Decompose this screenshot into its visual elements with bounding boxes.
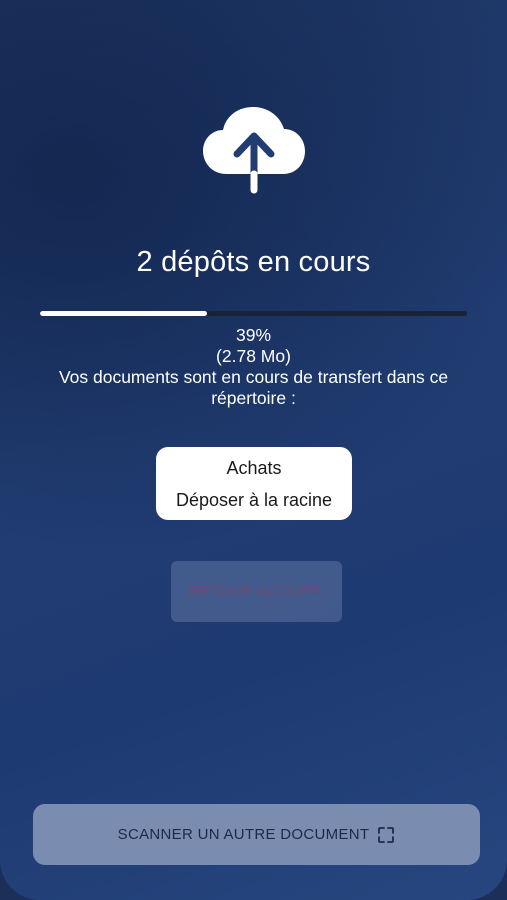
- scan-frame-icon: [378, 826, 395, 843]
- return-home-button[interactable]: RETOUR ACCUEIL: [171, 561, 342, 622]
- scan-button-label: SCANNER UN AUTRE DOCUMENT: [117, 826, 370, 843]
- folder-name: Achats: [226, 458, 282, 478]
- destination-folder-card[interactable]: Achats Déposer à la racine: [156, 447, 352, 520]
- upload-title: 2 dépôts en cours: [136, 246, 371, 278]
- scan-another-document-button[interactable]: SCANNER UN AUTRE DOCUMENT: [33, 804, 480, 865]
- upload-size: (2.78 Mo): [216, 346, 291, 366]
- upload-description: Vos documents sont en cours de transfert…: [58, 367, 449, 408]
- upload-progress-screen: 2 dépôts en cours 39% (2.78 Mo) Vos docu…: [0, 0, 507, 900]
- upload-progress-fill: [40, 311, 207, 316]
- cloud-upload-icon: [203, 107, 305, 194]
- progress-percent: 39%: [235, 325, 272, 345]
- upload-progress-bar: [40, 311, 467, 316]
- folder-path: Déposer à la racine: [175, 490, 333, 510]
